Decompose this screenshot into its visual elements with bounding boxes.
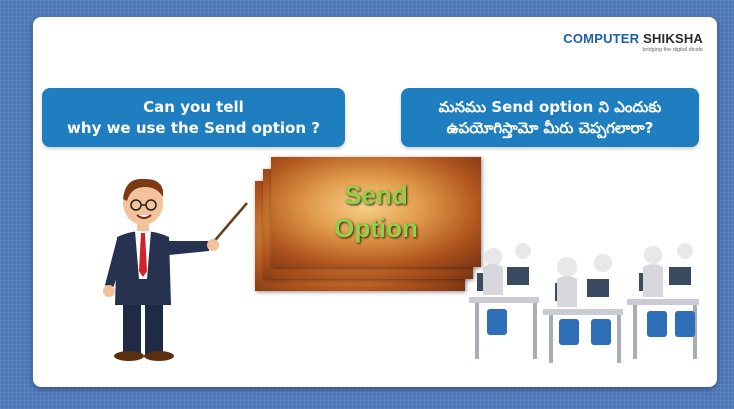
slide: COMPUTER SHIKSHA bridging the digital di… xyxy=(33,17,717,387)
question-telugu-line2: ఉపయోగిస్తామో మీరు చెప్పగలారా? xyxy=(446,118,654,137)
question-box-telugu: మనము Send option ని ఎందుకు ఉపయోగిస్తామో … xyxy=(401,88,699,147)
logo-shiksha: SHIKSHA xyxy=(639,31,703,46)
logo-tagline: bridging the digital divide xyxy=(642,47,703,53)
topic-card-stack: Send Option xyxy=(255,157,485,291)
logo-computer: COMPUTER xyxy=(563,31,640,46)
logo-wordmark: COMPUTER SHIKSHA xyxy=(563,31,703,46)
question-english-line2: why we use the Send option ? xyxy=(67,118,320,137)
topic-card-text: Send Option xyxy=(271,157,481,267)
topic-line2: Option xyxy=(334,213,418,243)
question-telugu-line1: మనము Send option ని ఎందుకు xyxy=(438,97,662,116)
question-english-line1: Can you tell xyxy=(143,97,244,116)
topic-line1: Send xyxy=(344,180,408,210)
computer-shiksha-logo: COMPUTER SHIKSHA bridging the digital di… xyxy=(563,31,703,53)
computer-lab-illustration xyxy=(469,243,699,363)
teacher-illustration xyxy=(103,178,248,361)
question-box-english: Can you tell why we use the Send option … xyxy=(42,88,345,147)
